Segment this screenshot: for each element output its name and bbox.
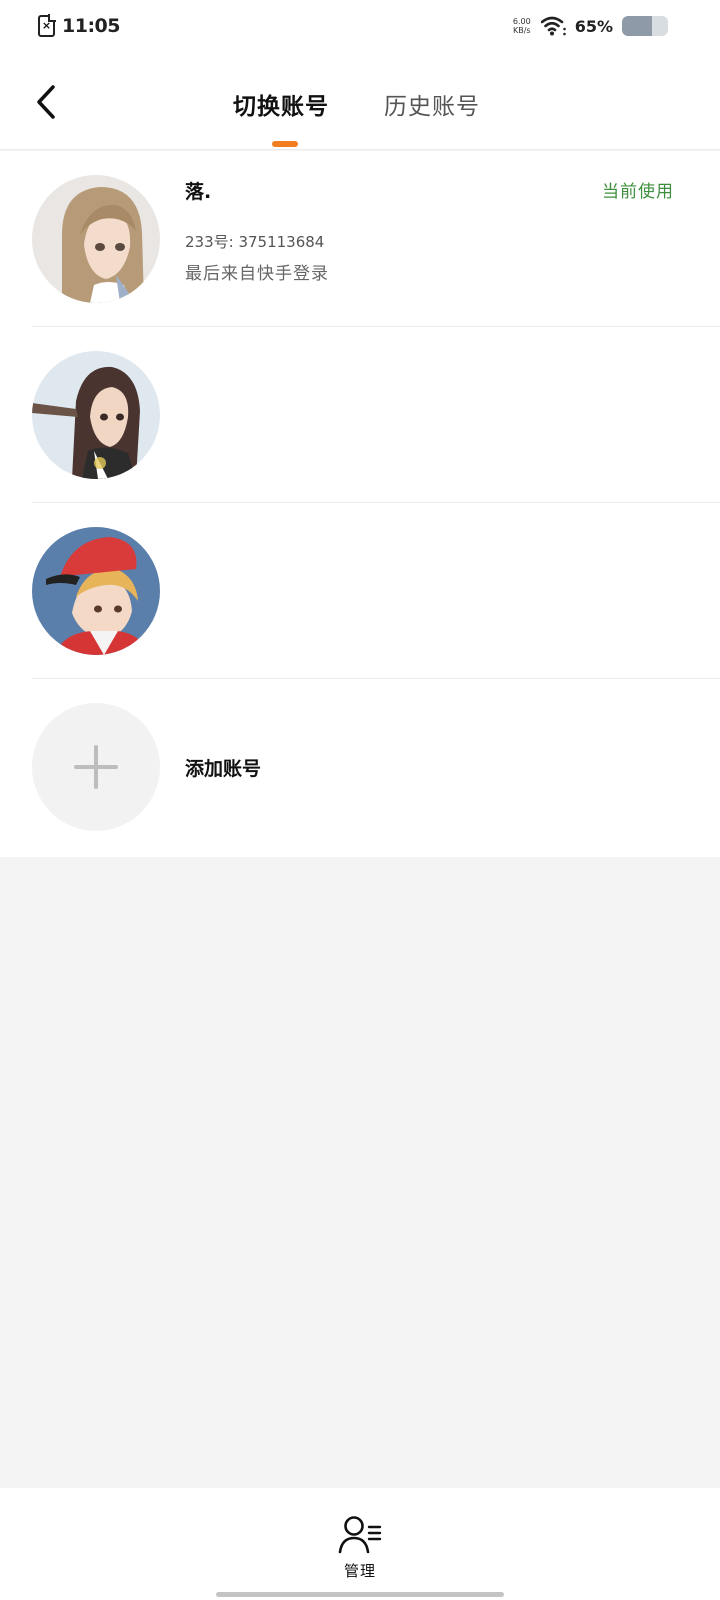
add-account-circle [32,703,160,831]
add-account-button[interactable]: 添加账号 [0,679,720,855]
account-login-source: 最后来自快手登录 [185,264,329,284]
manage-label: 管理 [343,1562,376,1580]
account-item[interactable] [0,327,720,503]
bottom-bar: 管理 [0,1488,720,1600]
current-use-badge: 当前使用 [602,182,674,202]
account-list: 落. 233号: 375113684 最后来自快手登录 当前使用 添加账号 [0,151,720,857]
battery-fill [622,16,652,36]
header: 切换账号 历史账号 [0,56,720,150]
wifi-icon [540,16,566,36]
add-account-label: 添加账号 [185,758,262,780]
tab-indicator [272,141,298,147]
chevron-left-icon [37,85,55,119]
account-name: 落. [185,181,212,203]
avatar [32,351,160,479]
avatar-image [32,527,160,655]
back-button[interactable] [28,80,68,124]
avatar-image [32,175,160,303]
status-time: 11:05 [62,15,120,37]
status-left: × 11:05 [38,15,120,37]
account-item[interactable] [0,503,720,679]
plus-icon [74,745,118,789]
net-speed-value: 6.00 [512,17,531,26]
net-speed-unit: KB/s [512,26,531,35]
tab-history-account[interactable]: 历史账号 [384,87,480,121]
net-speed: 6.00 KB/s [513,17,531,35]
home-indicator[interactable] [216,1592,504,1597]
account-item-current[interactable]: 落. 233号: 375113684 最后来自快手登录 当前使用 [0,151,720,327]
status-bar: × 11:05 6.00 KB/s 65% [0,0,720,56]
user-list-icon [338,1516,382,1554]
account-id: 233号: 375113684 [185,233,325,251]
avatar [32,175,160,303]
tab-switch-account[interactable]: 切换账号 [233,87,329,121]
sim-error-icon: × [38,15,55,37]
manage-button[interactable]: 管理 [330,1514,390,1584]
avatar-image [32,351,160,479]
status-right: 6.00 KB/s 65% [513,15,668,37]
battery-percent: 65% [574,16,613,36]
avatar [32,527,160,655]
battery-icon [622,16,668,36]
